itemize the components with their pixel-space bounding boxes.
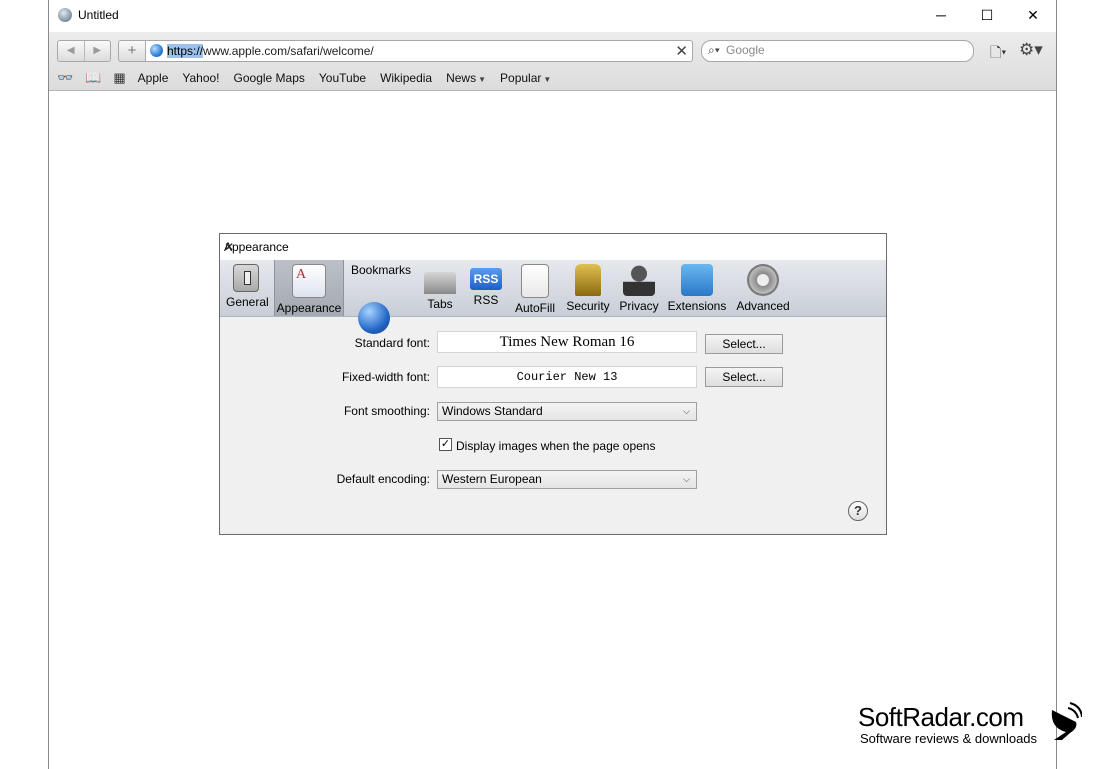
font-smoothing-select[interactable]: Windows Standard ⌵ [437, 402, 697, 421]
url-path: www.apple.com/safari/welcome/ [203, 44, 374, 58]
tab-security[interactable]: Security [565, 260, 611, 316]
clear-url-icon[interactable]: ✕ [675, 42, 688, 60]
standard-font-select-button[interactable]: Select... [705, 334, 783, 354]
bookmark-menu-news[interactable]: News ▼ [446, 71, 486, 85]
tab-bookmarks[interactable]: Bookmarks [350, 260, 412, 334]
back-button[interactable]: ◀ [58, 41, 85, 61]
appearance-font-icon [292, 264, 326, 298]
privacy-person-icon [623, 264, 655, 296]
search-icon[interactable]: ⌕▾ [708, 43, 720, 58]
tab-label: Bookmarks [350, 263, 412, 277]
bookmark-menu-popular[interactable]: Popular ▼ [500, 71, 551, 85]
back-forward-group: ◀ ▶ [57, 40, 111, 62]
default-encoding-label: Default encoding: [336, 472, 430, 486]
font-smoothing-value: Windows Standard [442, 404, 543, 418]
tab-privacy[interactable]: Privacy [618, 260, 660, 316]
browser-toolbar: ◀ ▶ + https://www.apple.com/safari/welco… [49, 32, 1056, 91]
close-window-button[interactable]: ✕ [1010, 4, 1056, 26]
standard-font-label: Standard font: [354, 336, 430, 350]
security-lock-icon [575, 264, 601, 296]
tab-advanced[interactable]: Advanced [734, 260, 792, 316]
tab-label: General [226, 295, 269, 309]
chevron-down-icon: ⌵ [683, 474, 690, 484]
maximize-button[interactable]: ☐ [964, 4, 1010, 26]
default-encoding-value: Western European [442, 472, 542, 486]
tab-label: Security [566, 299, 610, 313]
extensions-puzzle-icon [681, 264, 713, 296]
minimize-button[interactable]: ─ [918, 4, 964, 26]
dialog-title-bar: Appearance ✕ [220, 234, 886, 260]
popular-label: Popular [500, 71, 542, 85]
tab-extensions[interactable]: Extensions [667, 260, 727, 316]
tab-general[interactable]: General [226, 260, 269, 316]
watermark-title: SoftRadar.com [858, 702, 1024, 732]
bookmarks-bar: 👓 📖 ▦ Apple Yahoo! Google Maps YouTube W… [57, 70, 565, 86]
chevron-down-icon: ▼ [543, 75, 552, 84]
fixed-font-label: Fixed-width font: [341, 370, 430, 384]
top-sites-grid-icon[interactable]: ▦ [113, 70, 125, 86]
general-switch-icon [233, 264, 259, 292]
bookmark-youtube[interactable]: YouTube [319, 71, 366, 85]
bookmark-yahoo[interactable]: Yahoo! [182, 71, 219, 85]
watermark-subtitle: Software reviews & downloads [860, 731, 1038, 746]
fixed-font-select-button[interactable]: Select... [705, 367, 783, 387]
safari-app-icon [58, 8, 72, 22]
tab-label: Extensions [667, 299, 727, 313]
bookmark-apple[interactable]: Apple [138, 71, 169, 85]
url-scheme-selected: https:// [167, 44, 204, 58]
url-text[interactable]: https://www.apple.com/safari/welcome/ [167, 44, 374, 58]
search-field[interactable]: ⌕▾ [701, 40, 974, 62]
page-menu-icon[interactable]: 🗋▾ [990, 42, 1006, 66]
tab-label: Privacy [619, 299, 659, 313]
window-title: Untitled [78, 8, 119, 22]
settings-gear-icon[interactable]: ⚙▾ [1019, 40, 1043, 60]
satellite-dish-icon [1051, 702, 1082, 740]
tabs-icon [424, 272, 456, 294]
bookmarks-globe-icon [358, 302, 390, 334]
title-bar: Untitled ─ ☐ ✕ [49, 0, 1056, 32]
preferences-tab-bar: General Appearance Bookmarks Tabs RSS RS… [220, 260, 886, 334]
forward-button[interactable]: ▶ [85, 41, 111, 61]
standard-font-preview: Times New Roman 16 [437, 331, 697, 353]
display-images-checkbox[interactable]: ✓ [439, 438, 452, 451]
news-label: News [446, 71, 477, 85]
bookmark-wikipedia[interactable]: Wikipedia [380, 71, 432, 85]
tab-label: Tabs [427, 297, 453, 311]
font-smoothing-label: Font smoothing: [343, 404, 430, 418]
autofill-pen-icon [521, 264, 549, 298]
address-bar[interactable]: https://www.apple.com/safari/welcome/ ✕ [145, 40, 693, 62]
default-encoding-select[interactable]: Western European ⌵ [437, 470, 697, 489]
preferences-dialog: Appearance ✕ General Appearance Bookmark… [219, 233, 887, 535]
tab-label: AutoFill [514, 301, 555, 315]
fixed-font-preview: Courier New 13 [437, 366, 697, 388]
softradar-watermark: SoftRadar.com Software reviews & downloa… [858, 702, 1082, 746]
chevron-down-icon: ⌵ [683, 406, 690, 416]
display-images-label[interactable]: Display images when the page opens [456, 439, 655, 453]
tab-label: RSS [473, 293, 499, 307]
add-bookmark-button[interactable]: + [118, 40, 145, 62]
rss-icon: RSS [470, 268, 502, 290]
bookmarks-book-icon[interactable]: 📖 [85, 70, 101, 86]
site-globe-icon [150, 44, 163, 57]
chevron-down-icon: ▼ [478, 75, 487, 84]
help-button[interactable]: ? [848, 501, 868, 521]
tab-autofill[interactable]: AutoFill [513, 260, 557, 316]
tab-label: Appearance [276, 301, 342, 315]
bookmark-google-maps[interactable]: Google Maps [234, 71, 305, 85]
dialog-close-button[interactable]: ✕ [224, 240, 878, 254]
tab-label: Advanced [736, 299, 790, 313]
tab-tabs[interactable]: Tabs [422, 260, 458, 316]
tab-rss[interactable]: RSS RSS [468, 260, 504, 316]
reading-list-icon[interactable]: 👓 [57, 70, 73, 86]
advanced-gear-icon [747, 264, 779, 296]
tab-appearance[interactable]: Appearance [274, 260, 344, 316]
search-input[interactable] [726, 43, 966, 57]
